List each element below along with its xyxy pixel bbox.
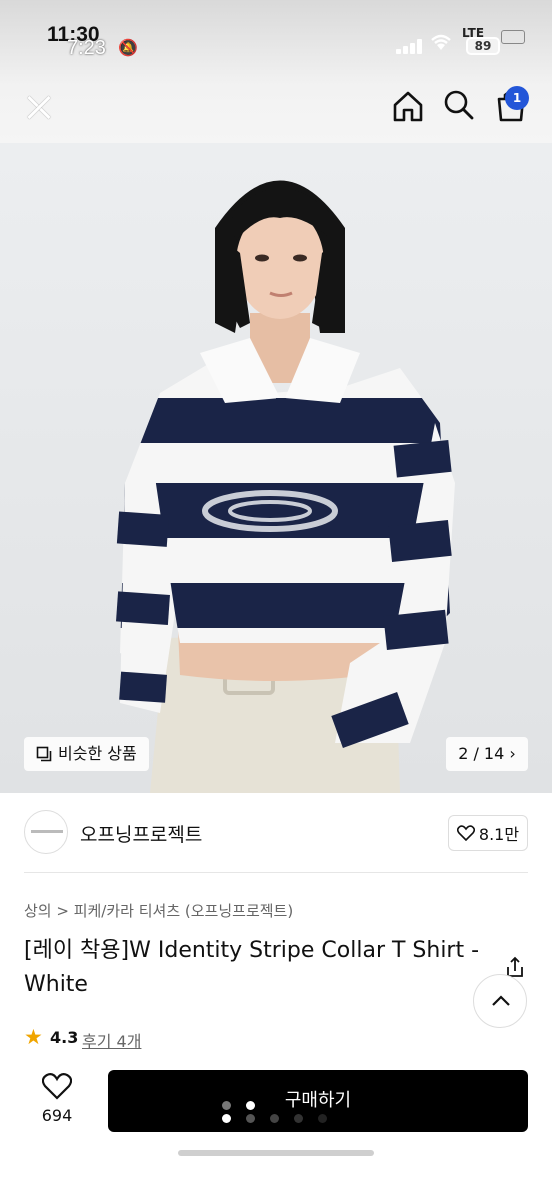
product-title: [레이 착용]W Identity Stripe Collar T Shirt … bbox=[24, 938, 480, 997]
copy-icon bbox=[36, 746, 52, 762]
chevron-up-icon bbox=[492, 995, 510, 1006]
loading-dots bbox=[222, 1098, 332, 1128]
search-button[interactable] bbox=[442, 88, 476, 122]
category-breadcrumb[interactable]: 상의 > 피케/카라 티셔츠 (오프닝프로젝트) bbox=[24, 900, 293, 921]
wishlist-count: 694 bbox=[41, 1106, 73, 1125]
scroll-to-top-button[interactable] bbox=[473, 974, 527, 1028]
cart-badge: 1 bbox=[505, 86, 529, 110]
image-page-indicator[interactable]: 2 / 14 › bbox=[446, 737, 528, 771]
wifi-icon bbox=[428, 32, 454, 57]
mute-icon: 🔕 bbox=[118, 38, 138, 57]
search-icon bbox=[444, 90, 474, 120]
battery-outline bbox=[501, 30, 525, 44]
brand-logo[interactable] bbox=[24, 810, 68, 854]
home-button[interactable] bbox=[390, 88, 426, 124]
brand-like-count: 8.1만 bbox=[478, 825, 520, 844]
similar-products-button[interactable]: 비슷한 상품 bbox=[24, 737, 149, 771]
home-indicator bbox=[178, 1150, 374, 1156]
chevron-right-icon: › bbox=[509, 744, 516, 763]
brand-name[interactable]: 오프닝프로젝트 bbox=[80, 820, 202, 847]
heart-icon bbox=[456, 825, 475, 841]
page-indicator-text: 2 / 14 bbox=[458, 744, 505, 763]
status-time-overlay: 7:23 bbox=[67, 37, 106, 59]
home-icon bbox=[393, 91, 423, 122]
battery-icon: 89 bbox=[466, 37, 500, 55]
signal-icon bbox=[396, 38, 424, 54]
brand-like-button[interactable]: 8.1만 bbox=[448, 815, 528, 851]
review-count-link[interactable]: 후기 4개 bbox=[82, 1028, 141, 1052]
similar-products-label: 비슷한 상품 bbox=[58, 744, 137, 763]
close-button[interactable] bbox=[22, 88, 58, 128]
model-photo bbox=[0, 143, 552, 793]
heart-icon bbox=[41, 1073, 73, 1100]
divider bbox=[24, 872, 528, 873]
product-image[interactable] bbox=[0, 143, 552, 793]
rating-value: 4.3 bbox=[50, 1028, 79, 1047]
star-icon: ★ bbox=[24, 1025, 43, 1049]
